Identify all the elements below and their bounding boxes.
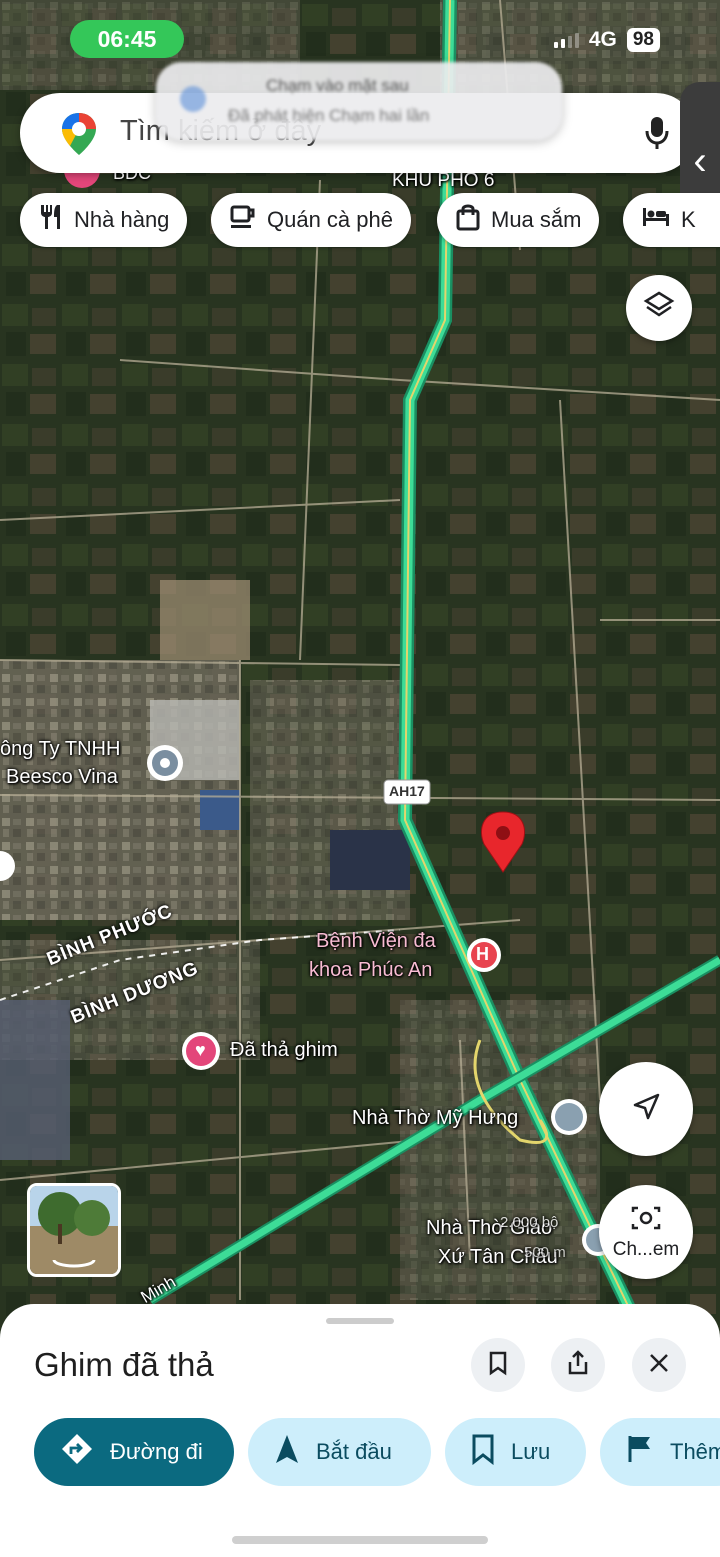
- chip-label: Nhà hàng: [74, 207, 170, 232]
- company-label-line1: ông Ty TNHH: [0, 738, 121, 760]
- navigation-arrow-icon: [631, 1092, 661, 1127]
- scale-distance-label-metric: 500 m: [524, 1244, 566, 1261]
- map-label-khu-pho: KHU PHỐ 6: [392, 170, 495, 191]
- sheet-drag-handle[interactable]: [326, 1318, 394, 1324]
- restaurant-icon: [38, 203, 64, 237]
- hotel-icon: [641, 206, 671, 234]
- toast-subtitle: Đã phát hiện Chạm hai lần: [228, 106, 430, 125]
- hospital-label-line1: Bệnh Viện đa: [316, 930, 436, 952]
- flag-icon: [626, 1434, 654, 1470]
- start-button[interactable]: Bắt đầu: [248, 1418, 431, 1486]
- toast-icon: [180, 86, 206, 112]
- hospital-icon: H: [476, 944, 489, 964]
- layers-icon: [643, 290, 675, 327]
- chip-label: K: [681, 207, 696, 232]
- save-label: Lưu: [511, 1439, 551, 1464]
- status-indicators: 4G 98: [553, 28, 660, 52]
- church-label-my-hung: Nhà Thờ Mỹ Hưng: [352, 1107, 519, 1129]
- road-shield-ah17: AH17: [389, 783, 425, 799]
- chip-restaurants[interactable]: Nhà hàng: [20, 193, 188, 247]
- start-label: Bắt đầu: [316, 1439, 392, 1464]
- heart-icon: ♥: [195, 1040, 206, 1060]
- network-type: 4G: [588, 28, 617, 51]
- chip-cafes[interactable]: Quán cà phê: [211, 193, 411, 247]
- camera-search-button[interactable]: Ch...em: [599, 1185, 693, 1279]
- status-time: 06:45: [70, 20, 184, 58]
- more-button[interactable]: Thêm: [600, 1418, 720, 1486]
- chip-hotels[interactable]: K: [623, 193, 720, 247]
- camera-button-label: Ch...em: [612, 1238, 680, 1260]
- more-label: Thêm: [670, 1439, 720, 1464]
- microphone-icon[interactable]: [644, 115, 670, 156]
- toast-title: Chạm vào mặt sau: [266, 76, 409, 95]
- my-location-button[interactable]: [599, 1062, 693, 1156]
- scale-distance-label: 2.000 bộ: [500, 1214, 559, 1231]
- battery-level: 98: [626, 28, 660, 52]
- sheet-title: Ghim đã thả: [34, 1346, 214, 1383]
- company-label-line2: Beesco Vina: [6, 766, 118, 788]
- share-icon: [566, 1349, 590, 1381]
- coffee-icon: [229, 204, 257, 236]
- save-bookmark-button[interactable]: [471, 1338, 525, 1392]
- double-tap-toast: Chạm vào mặt sau Đã phát hiện Chạm hai l…: [156, 62, 562, 140]
- bookmark-icon: [471, 1433, 495, 1471]
- chip-label: Mua sắm: [491, 207, 582, 232]
- chip-shopping[interactable]: Mua sắm: [437, 193, 600, 247]
- shopping-bag-icon: [455, 203, 481, 237]
- navigation-icon: [274, 1433, 300, 1471]
- google-maps-pin-icon: [60, 111, 98, 162]
- dropped-pin-label: Đã thả ghim: [230, 1039, 338, 1061]
- camera-icon: [630, 1204, 662, 1237]
- directions-button[interactable]: Đường đi: [34, 1418, 234, 1486]
- close-icon: [648, 1352, 670, 1379]
- share-button[interactable]: [551, 1338, 605, 1392]
- hospital-label-line2: khoa Phúc An: [309, 959, 433, 981]
- chip-label: Quán cà phê: [267, 207, 393, 232]
- close-button[interactable]: [632, 1338, 686, 1392]
- layers-button[interactable]: [626, 275, 692, 341]
- directions-icon: [60, 1432, 94, 1472]
- dropped-pin-sheet[interactable]: Ghim đã thả Đường đi Bắt đầu Lưu Thêm: [0, 1304, 720, 1557]
- street-view-thumbnail[interactable]: [27, 1183, 121, 1277]
- signal-icon: [553, 32, 579, 48]
- home-indicator: [232, 1536, 488, 1544]
- save-button[interactable]: Lưu: [445, 1418, 586, 1486]
- directions-label: Đường đi: [110, 1439, 203, 1464]
- bookmark-icon: [488, 1350, 508, 1381]
- chevron-left-icon: ‹: [693, 138, 707, 183]
